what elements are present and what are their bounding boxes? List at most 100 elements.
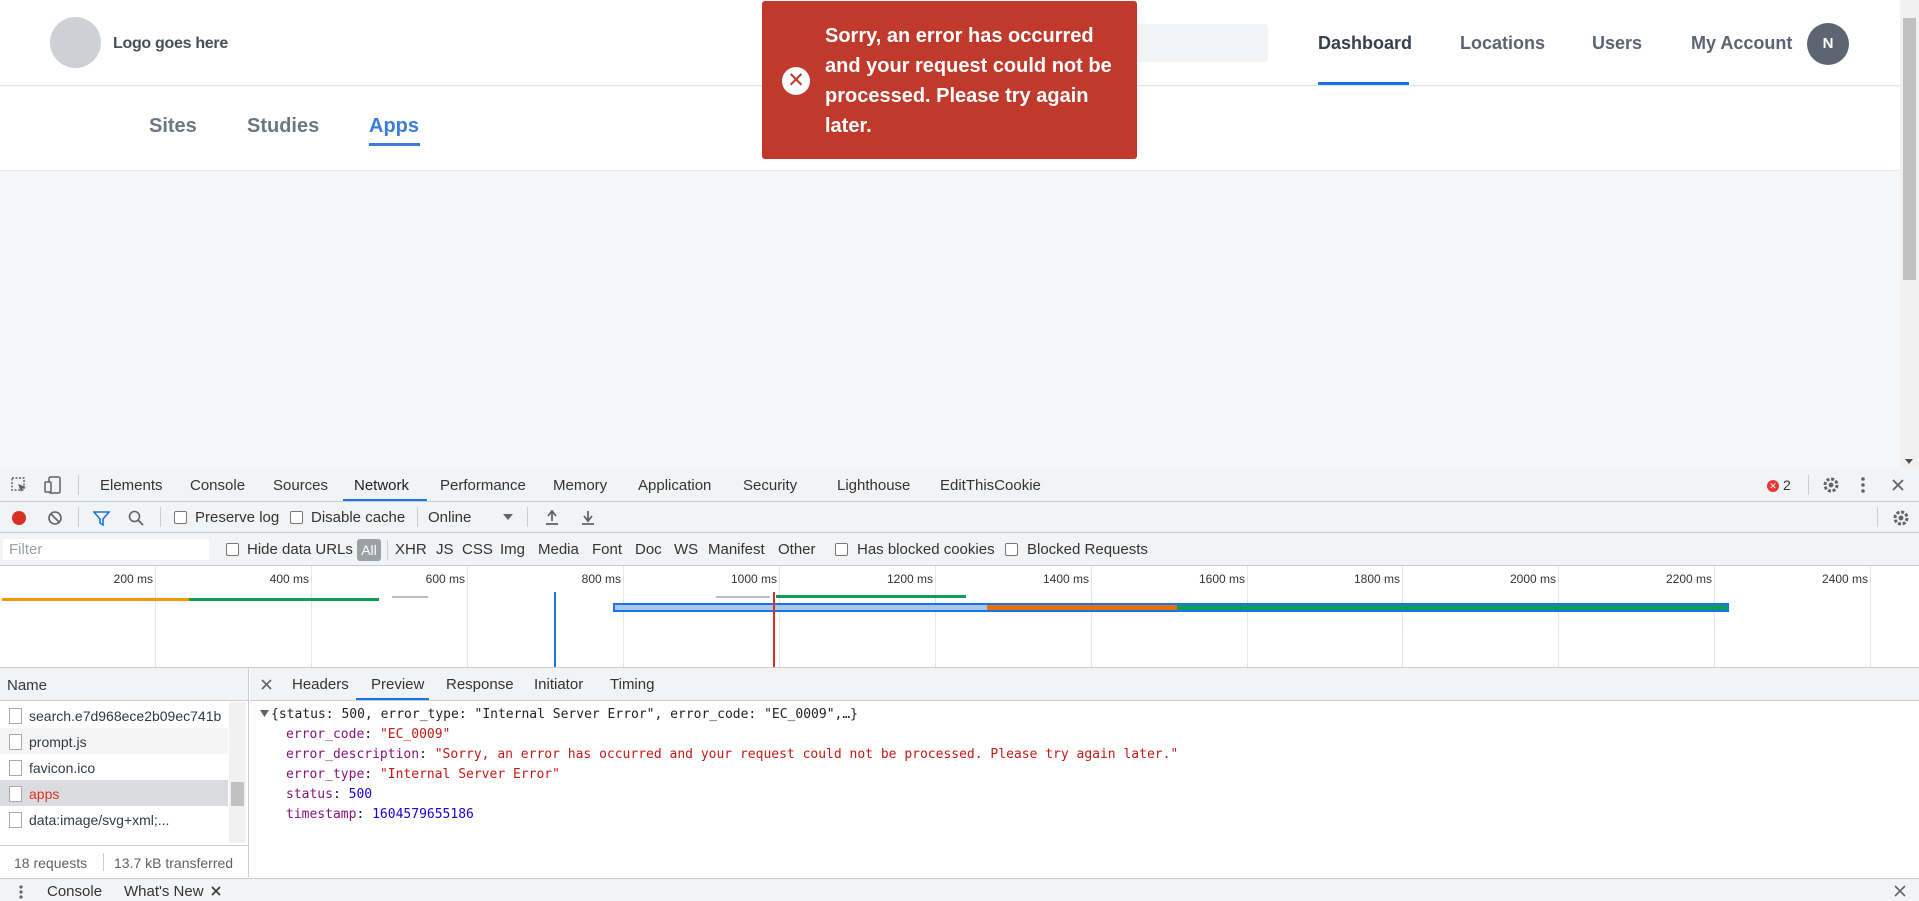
nav-locations[interactable]: Locations — [1460, 33, 1545, 54]
preserve-log-label[interactable]: Preserve log — [195, 509, 279, 526]
settings-gear-icon[interactable] — [1822, 476, 1840, 494]
requests-list-panel: Name search.e7d968ece2b09ec741b prompt.j… — [0, 668, 249, 877]
network-settings-gear-icon[interactable] — [1892, 509, 1910, 527]
filter-media[interactable]: Media — [538, 541, 579, 558]
name-column-label: Name — [7, 677, 48, 694]
tab-initiator[interactable]: Initiator — [534, 676, 583, 693]
blocked-requests-label[interactable]: Blocked Requests — [1027, 541, 1148, 558]
json-value: "Internal Server Error" — [379, 767, 560, 782]
nav-dashboard[interactable]: Dashboard — [1318, 33, 1412, 54]
tab-editthiscookie[interactable]: EditThisCookie — [940, 477, 1041, 494]
request-row[interactable]: favicon.ico — [0, 754, 228, 780]
file-icon — [9, 786, 22, 802]
device-toolbar-icon[interactable] — [44, 476, 62, 494]
request-row-selected[interactable]: apps — [0, 780, 228, 806]
filter-all-button[interactable]: All — [357, 539, 381, 561]
filter-ws[interactable]: WS — [674, 541, 698, 558]
avatar[interactable]: N — [1807, 23, 1849, 65]
disable-cache-checkbox[interactable] — [290, 511, 303, 524]
search-icon[interactable] — [128, 510, 144, 526]
tab-response[interactable]: Response — [446, 676, 514, 693]
preserve-log-checkbox[interactable] — [174, 511, 187, 524]
hide-data-urls-checkbox[interactable] — [226, 543, 239, 556]
logo-icon[interactable] — [50, 17, 101, 68]
json-colon: : — [364, 727, 380, 742]
tab-performance[interactable]: Performance — [440, 477, 526, 494]
hide-data-urls-label[interactable]: Hide data URLs — [247, 541, 353, 558]
tab-security[interactable]: Security — [743, 477, 797, 494]
subnav-studies[interactable]: Studies — [247, 115, 319, 138]
name-column-header[interactable]: Name — [0, 668, 248, 701]
drawer-tab-whats-new[interactable]: What's New — [124, 883, 204, 900]
timeline-waterfall-bars — [2, 592, 1729, 667]
expand-triangle-icon[interactable] — [260, 710, 269, 718]
toolbar-separator — [78, 507, 79, 527]
blocked-requests-checkbox[interactable] — [1005, 543, 1018, 556]
tab-network[interactable]: Network — [354, 477, 409, 494]
has-blocked-cookies-label[interactable]: Has blocked cookies — [857, 541, 995, 558]
chevron-down-icon[interactable] — [503, 514, 513, 521]
request-row[interactable]: data:image/svg+xml;... — [0, 806, 228, 832]
nav-users[interactable]: Users — [1592, 33, 1642, 54]
error-circle-icon: ✕ — [782, 67, 810, 95]
network-overview-timeline[interactable]: 200 ms 400 ms 600 ms 800 ms 1000 ms 1200… — [0, 566, 1919, 668]
json-colon: : — [356, 807, 373, 822]
has-blocked-cookies-checkbox[interactable] — [835, 543, 848, 556]
transferred-size: 13.7 kB transferred — [114, 855, 234, 871]
close-devtools-icon[interactable] — [1891, 478, 1905, 492]
tab-console[interactable]: Console — [190, 477, 245, 494]
throttling-select[interactable]: Online — [428, 509, 471, 526]
more-options-icon[interactable] — [1859, 476, 1867, 494]
toolbar-separator — [1877, 507, 1878, 527]
nav-my-account[interactable]: My Account — [1691, 33, 1792, 54]
tab-sources[interactable]: Sources — [273, 477, 328, 494]
close-detail-icon[interactable] — [261, 679, 272, 690]
clear-icon[interactable] — [47, 510, 63, 526]
export-har-icon[interactable] — [581, 509, 595, 525]
logo-text[interactable]: Logo goes here — [113, 35, 228, 53]
request-name: search.e7d968ece2b09ec741b — [29, 708, 222, 724]
record-icon[interactable] — [11, 510, 27, 526]
filter-other[interactable]: Other — [778, 541, 816, 558]
page-scrollbar-thumb[interactable] — [1903, 18, 1916, 280]
tab-headers[interactable]: Headers — [292, 676, 349, 693]
requests-scrollbar-thumb[interactable] — [231, 782, 244, 806]
disable-cache-label[interactable]: Disable cache — [311, 509, 405, 526]
error-count-badge[interactable]: ✕ 2 — [1767, 477, 1791, 493]
filter-css[interactable]: CSS — [462, 541, 493, 558]
tab-preview[interactable]: Preview — [371, 676, 424, 693]
filter-js[interactable]: JS — [436, 541, 454, 558]
request-row[interactable]: prompt.js — [0, 728, 228, 754]
inspect-element-icon[interactable] — [11, 477, 28, 494]
filter-font[interactable]: Font — [592, 541, 622, 558]
tab-elements[interactable]: Elements — [100, 477, 163, 494]
requests-scrollbar[interactable] — [229, 702, 246, 843]
page-scrollbar[interactable] — [1900, 0, 1919, 468]
filter-doc[interactable]: Doc — [635, 541, 662, 558]
json-summary[interactable]: {status: 500, error_type: "Internal Serv… — [271, 705, 858, 725]
json-field: error_type: "Internal Server Error" — [286, 765, 560, 785]
tab-timing[interactable]: Timing — [610, 676, 654, 693]
subnav-apps[interactable]: Apps — [369, 115, 419, 138]
filter-input[interactable]: Filter — [3, 539, 209, 560]
error-toast: ✕ Sorry, an error has occurred and your … — [762, 1, 1137, 159]
filter-img[interactable]: Img — [500, 541, 525, 558]
drawer-tab-console[interactable]: Console — [47, 883, 102, 900]
file-icon — [9, 760, 22, 776]
json-key: error_description — [286, 747, 420, 762]
active-nav-indicator — [1318, 82, 1409, 85]
close-drawer-icon[interactable] — [1894, 885, 1906, 897]
tab-application[interactable]: Application — [638, 477, 711, 494]
request-row[interactable]: search.e7d968ece2b09ec741b — [0, 702, 228, 728]
tab-lighthouse[interactable]: Lighthouse — [837, 477, 910, 494]
filter-manifest[interactable]: Manifest — [708, 541, 765, 558]
filter-xhr[interactable]: XHR — [395, 541, 427, 558]
network-summary: 18 requests 13.7 kB transferred — [0, 845, 248, 877]
close-whats-new-icon[interactable] — [211, 886, 221, 896]
drawer-menu-icon[interactable] — [18, 884, 24, 900]
scroll-down-arrow-icon[interactable] — [1905, 459, 1913, 464]
filter-icon[interactable] — [93, 510, 110, 526]
subnav-sites[interactable]: Sites — [149, 115, 197, 138]
import-har-icon[interactable] — [545, 509, 559, 525]
tab-memory[interactable]: Memory — [553, 477, 607, 494]
